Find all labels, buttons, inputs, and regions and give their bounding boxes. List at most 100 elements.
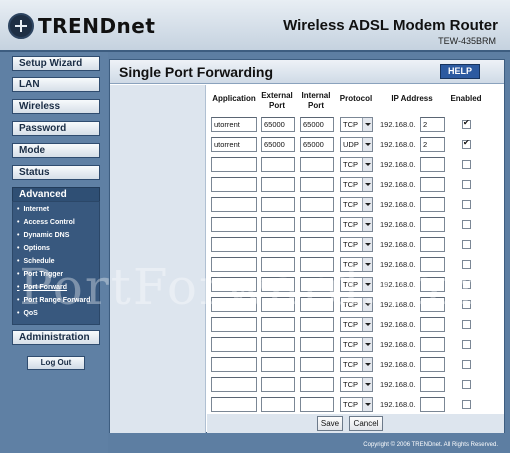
enabled-checkbox[interactable]	[462, 200, 471, 209]
protocol-select[interactable]: TCP	[340, 297, 373, 312]
protocol-select[interactable]: TCP	[340, 157, 373, 172]
external-port-input[interactable]	[261, 157, 295, 172]
internal-port-input[interactable]	[300, 277, 334, 292]
external-port-input[interactable]	[261, 197, 295, 212]
external-port-input[interactable]	[261, 377, 295, 392]
protocol-select[interactable]: TCP	[340, 117, 373, 132]
enabled-checkbox[interactable]	[462, 260, 471, 269]
protocol-select[interactable]: TCP	[340, 317, 373, 332]
nav-mode[interactable]: Mode	[12, 143, 100, 158]
internal-port-input[interactable]: 65000	[300, 117, 334, 132]
submenu-dynamic-dns[interactable]: Dynamic DNS	[17, 232, 69, 239]
submenu-qos[interactable]: QoS	[17, 310, 37, 317]
protocol-select[interactable]: TCP	[340, 257, 373, 272]
submenu-internet[interactable]: Internet	[17, 206, 49, 213]
external-port-input[interactable]	[261, 217, 295, 232]
application-input[interactable]	[211, 177, 257, 192]
application-input[interactable]	[211, 377, 257, 392]
external-port-input[interactable]	[261, 397, 295, 412]
ip-address-input[interactable]	[420, 217, 445, 232]
application-input[interactable]	[211, 257, 257, 272]
ip-address-input[interactable]	[420, 317, 445, 332]
protocol-select[interactable]: TCP	[340, 397, 373, 412]
application-input[interactable]	[211, 237, 257, 252]
application-input[interactable]	[211, 217, 257, 232]
ip-address-input[interactable]	[420, 337, 445, 352]
enabled-checkbox[interactable]	[462, 138, 471, 149]
enabled-checkbox[interactable]	[462, 240, 471, 249]
submenu-options[interactable]: Options	[17, 245, 49, 252]
application-input[interactable]	[211, 277, 257, 292]
external-port-input[interactable]	[261, 257, 295, 272]
ip-address-input[interactable]	[420, 397, 445, 412]
help-button[interactable]: HELP	[440, 64, 480, 79]
external-port-input[interactable]: 65000	[261, 117, 295, 132]
internal-port-input[interactable]	[300, 197, 334, 212]
protocol-select[interactable]: TCP	[340, 237, 373, 252]
internal-port-input[interactable]	[300, 317, 334, 332]
nav-lan[interactable]: LAN	[12, 77, 100, 92]
internal-port-input[interactable]	[300, 297, 334, 312]
nav-setup-wizard[interactable]: Setup Wizard	[12, 56, 100, 71]
protocol-select[interactable]: TCP	[340, 377, 373, 392]
internal-port-input[interactable]	[300, 177, 334, 192]
application-input[interactable]: utorrent	[211, 117, 257, 132]
ip-address-input[interactable]	[420, 177, 445, 192]
application-input[interactable]	[211, 297, 257, 312]
application-input[interactable]	[211, 357, 257, 372]
enabled-checkbox[interactable]	[462, 118, 471, 129]
nav-wireless[interactable]: Wireless	[12, 99, 100, 114]
submenu-port-forward[interactable]: Port Forward	[17, 284, 67, 291]
external-port-input[interactable]	[261, 237, 295, 252]
ip-address-input[interactable]: 2	[420, 137, 445, 152]
nav-password[interactable]: Password	[12, 121, 100, 136]
ip-address-input[interactable]	[420, 277, 445, 292]
save-button[interactable]: Save	[317, 416, 343, 431]
internal-port-input[interactable]	[300, 357, 334, 372]
submenu-port-trigger[interactable]: Port Trigger	[17, 271, 63, 278]
application-input[interactable]	[211, 397, 257, 412]
internal-port-input[interactable]	[300, 257, 334, 272]
ip-address-input[interactable]	[420, 157, 445, 172]
submenu-access-control[interactable]: Access Control	[17, 219, 74, 226]
external-port-input[interactable]	[261, 277, 295, 292]
cancel-button[interactable]: Cancel	[349, 416, 383, 431]
external-port-input[interactable]	[261, 297, 295, 312]
ip-address-input[interactable]	[420, 197, 445, 212]
protocol-select[interactable]: TCP	[340, 217, 373, 232]
protocol-select[interactable]: TCP	[340, 197, 373, 212]
enabled-checkbox[interactable]	[462, 280, 471, 289]
logout-button[interactable]: Log Out	[27, 356, 85, 370]
internal-port-input[interactable]	[300, 337, 334, 352]
external-port-input[interactable]	[261, 317, 295, 332]
nav-status[interactable]: Status	[12, 165, 100, 180]
ip-address-input[interactable]	[420, 297, 445, 312]
enabled-checkbox[interactable]	[462, 380, 471, 389]
nav-advanced[interactable]: Advanced	[12, 187, 100, 202]
internal-port-input[interactable]: 65000	[300, 137, 334, 152]
enabled-checkbox[interactable]	[462, 360, 471, 369]
enabled-checkbox[interactable]	[462, 400, 471, 409]
application-input[interactable]	[211, 197, 257, 212]
submenu-port-range-forward[interactable]: Port Range Forward	[17, 297, 90, 304]
enabled-checkbox[interactable]	[462, 160, 471, 169]
nav-administration[interactable]: Administration	[12, 330, 100, 345]
application-input[interactable]	[211, 157, 257, 172]
application-input[interactable]	[211, 337, 257, 352]
enabled-checkbox[interactable]	[462, 320, 471, 329]
ip-address-input[interactable]	[420, 377, 445, 392]
internal-port-input[interactable]	[300, 217, 334, 232]
submenu-schedule[interactable]: Schedule	[17, 258, 54, 265]
internal-port-input[interactable]	[300, 397, 334, 412]
external-port-input[interactable]	[261, 357, 295, 372]
ip-address-input[interactable]	[420, 357, 445, 372]
protocol-select[interactable]: UDP	[340, 137, 373, 152]
ip-address-input[interactable]	[420, 237, 445, 252]
external-port-input[interactable]	[261, 177, 295, 192]
external-port-input[interactable]	[261, 337, 295, 352]
protocol-select[interactable]: TCP	[340, 277, 373, 292]
internal-port-input[interactable]	[300, 377, 334, 392]
external-port-input[interactable]: 65000	[261, 137, 295, 152]
enabled-checkbox[interactable]	[462, 300, 471, 309]
protocol-select[interactable]: TCP	[340, 357, 373, 372]
